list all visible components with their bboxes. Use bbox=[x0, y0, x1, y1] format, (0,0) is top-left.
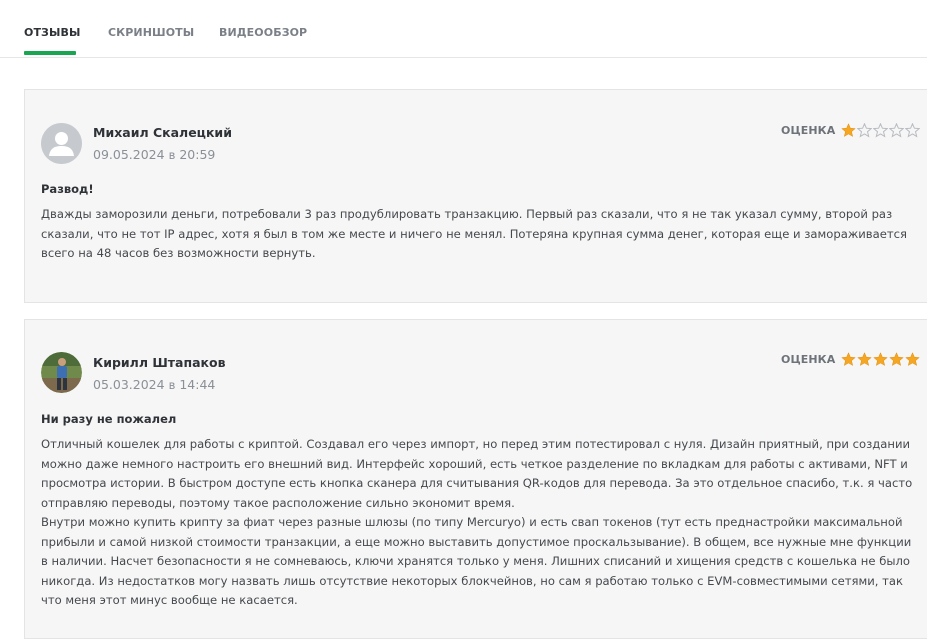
review-card: Михаил Скалецкий 09.05.2024 в 20:59 ОЦЕН… bbox=[24, 89, 927, 303]
review-author[interactable]: Михаил Скалецкий bbox=[93, 125, 232, 140]
tab-reviews[interactable]: ОТЗЫВЫ bbox=[24, 26, 80, 39]
star-filled-icon bbox=[841, 352, 856, 366]
review-author[interactable]: Кирилл Штапаков bbox=[93, 355, 226, 370]
review-title: Развод! bbox=[41, 182, 94, 196]
star-empty-icon bbox=[857, 123, 872, 138]
star-empty-icon bbox=[873, 123, 888, 138]
rating-label: ОЦЕНКА bbox=[781, 353, 836, 366]
star-filled-icon bbox=[889, 352, 904, 366]
tab-screenshots[interactable]: СКРИНШОТЫ bbox=[108, 26, 194, 39]
tab-bar: ОТЗЫВЫ СКРИНШОТЫ ВИДЕООБЗОР bbox=[0, 0, 927, 58]
star-filled-icon bbox=[841, 123, 856, 137]
review-paragraph: Внутри можно купить крипту за фиат через… bbox=[41, 515, 912, 607]
star-filled-icon bbox=[905, 352, 920, 366]
star-filled-icon bbox=[857, 352, 872, 366]
active-tab-indicator bbox=[24, 51, 76, 55]
default-user-icon bbox=[41, 123, 82, 164]
review-date-value: 05.03.2024 bbox=[93, 377, 165, 392]
review-time-separator: в bbox=[168, 378, 176, 392]
review-time: 14:44 bbox=[179, 377, 216, 392]
review-paragraph: Отличный кошелек для работы с криптой. С… bbox=[41, 437, 913, 510]
review-card: Кирилл Штапаков 05.03.2024 в 14:44 ОЦЕНК… bbox=[24, 319, 927, 639]
review-time-separator: в bbox=[168, 148, 176, 162]
star-filled-icon bbox=[873, 352, 888, 366]
rating-label: ОЦЕНКА bbox=[781, 124, 836, 137]
review-time: 20:59 bbox=[179, 147, 216, 162]
rating-stars bbox=[841, 123, 921, 139]
review-date: 09.05.2024 в 20:59 bbox=[93, 147, 215, 162]
tab-video-review[interactable]: ВИДЕООБЗОР bbox=[219, 26, 307, 39]
user-photo-avatar bbox=[41, 352, 82, 393]
review-date: 05.03.2024 в 14:44 bbox=[93, 377, 215, 392]
rating-stars bbox=[841, 352, 921, 368]
review-paragraph: Дважды заморозили деньги, потребовали 3 … bbox=[41, 207, 907, 260]
review-text: Дважды заморозили деньги, потребовали 3 … bbox=[41, 205, 921, 264]
review-title: Ни разу не пожалел bbox=[41, 412, 177, 426]
review-text: Отличный кошелек для работы с криптой. С… bbox=[41, 435, 921, 611]
star-empty-icon bbox=[905, 123, 920, 138]
star-empty-icon bbox=[889, 123, 904, 138]
review-date-value: 09.05.2024 bbox=[93, 147, 165, 162]
